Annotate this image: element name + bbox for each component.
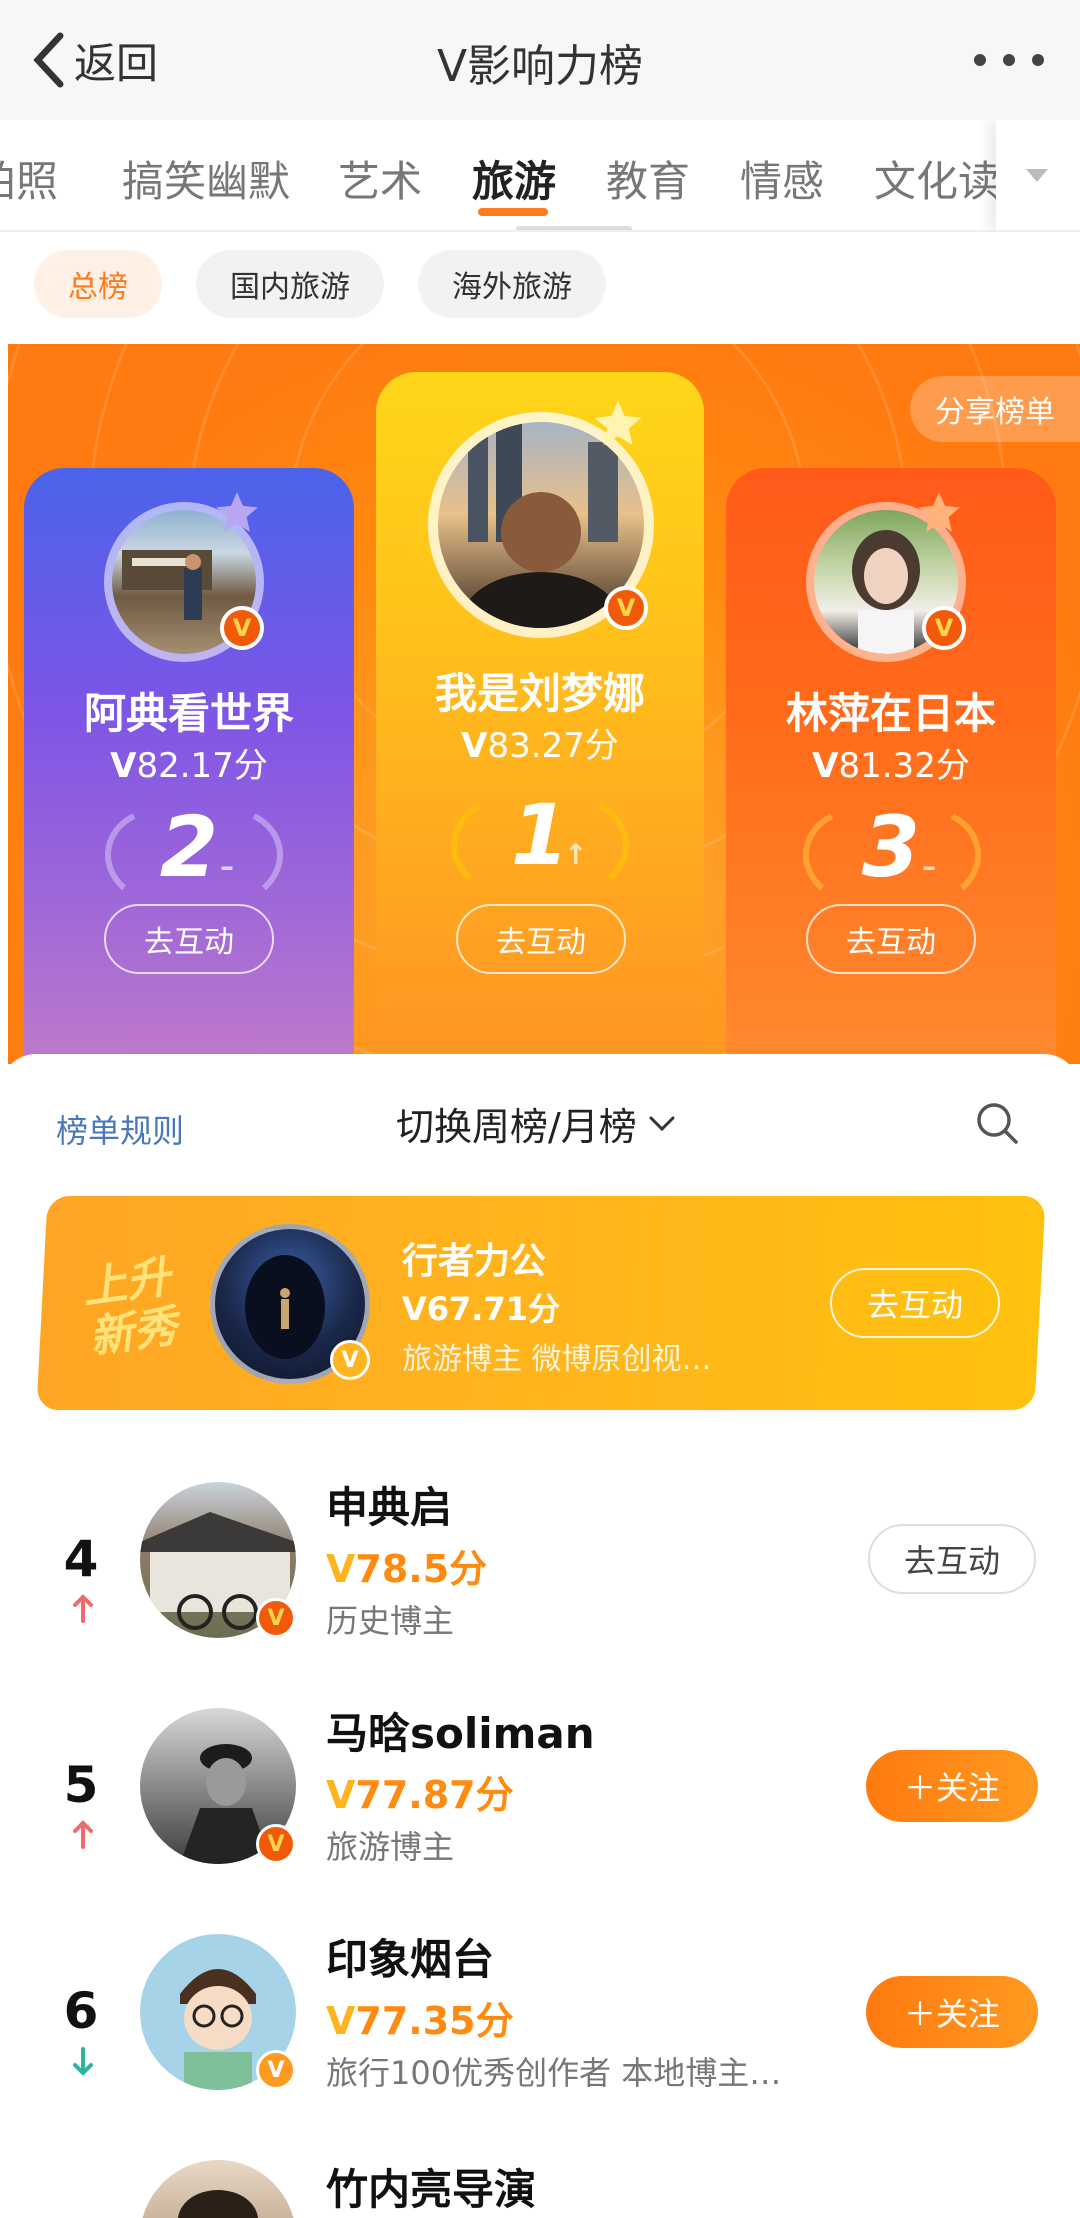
top-bar: 返回 V影响力榜 (0, 0, 1080, 120)
tab-humor[interactable]: 搞笑幽默 (122, 148, 290, 209)
subtab-overseas[interactable]: 海外旅游 (418, 250, 606, 318)
star-icon (216, 492, 258, 532)
user-score: V78.5分 (326, 1547, 488, 1591)
verified-v-icon: V (220, 606, 264, 650)
podium-rank: 1 (510, 786, 570, 884)
interact-button[interactable]: 去互动 (868, 1524, 1036, 1594)
podium-score: V82.17分 (110, 746, 268, 786)
podium-name: 阿典看世界 (83, 689, 294, 738)
rank-trend: – (922, 850, 936, 883)
search-icon[interactable] (974, 1100, 1020, 1146)
tab-education[interactable]: 教育 (606, 148, 690, 209)
list-item[interactable]: 4 V 申典启 V78.5分 历史博主 去互动 (0, 1482, 1080, 1708)
interact-button[interactable]: 去互动 (104, 904, 274, 974)
list-item[interactable]: 5 V 马晗soliman V77.87分 旅游博主 ＋关注 (0, 1708, 1080, 1934)
ranking-rules-link[interactable]: 榜单规则 (56, 1106, 184, 1152)
page-title: V影响力榜 (436, 41, 644, 92)
follow-button[interactable]: ＋关注 (866, 1976, 1038, 2048)
verified-v-icon: V (256, 2050, 296, 2090)
category-tabs: 拍照 搞笑幽默 艺术 旅游 教育 情感 文化读 (0, 120, 1080, 232)
avatar (140, 2160, 296, 2218)
user-name: 印象烟台 (326, 1935, 495, 1984)
user-score: V77.35分 (326, 1999, 514, 2043)
rank-trend: – (220, 850, 234, 883)
chevron-down-icon (649, 1116, 675, 1131)
podium-score: V81.32分 (812, 746, 970, 786)
expand-categories-button[interactable] (996, 120, 1080, 230)
arrow-down-icon (73, 2047, 93, 2076)
verified-v-icon: V (330, 1340, 370, 1380)
verified-v-icon: V (256, 1598, 296, 1638)
rising-score-value: 67.71分 (426, 1290, 560, 1328)
podium-score-value: 81.32分 (838, 746, 970, 786)
user-score-value: 77.87分 (355, 1773, 514, 1817)
period-switch[interactable]: 切换周榜/月榜 (396, 1096, 677, 1151)
podium-score: V83.27分 (461, 726, 619, 766)
interact-button[interactable]: 去互动 (830, 1268, 1000, 1338)
rank-number: 6 (63, 1982, 99, 2040)
subtab-domestic[interactable]: 国内旅游 (196, 250, 384, 318)
podium-score-value: 82.17分 (136, 746, 268, 786)
user-name: 竹内亮导演 (326, 2165, 537, 2214)
podium-card-2[interactable]: V 阿典看世界 V82.17分 2 – 去互动 (24, 468, 354, 1068)
podium-rank: 3 (861, 798, 921, 896)
user-desc: 旅游博主 (326, 1828, 455, 1866)
subtab-total[interactable]: 总榜 (34, 250, 162, 318)
interact-button[interactable]: 去互动 (806, 904, 976, 974)
podium-score-value: 83.27分 (487, 726, 619, 766)
user-name: 马晗soliman (326, 1709, 595, 1758)
list-item[interactable]: 6 V 印象烟台 V77.35分 旅行100优秀创作者 本地博主… ＋关注 (0, 1934, 1080, 2160)
verified-v-icon: V (604, 586, 648, 630)
rank-number: 4 (63, 1530, 99, 1588)
user-name: 申典启 (326, 1483, 453, 1532)
period-switch-label: 切换周榜/月榜 (396, 1105, 637, 1149)
sub-tabs: 总榜 国内旅游 海外旅游 (0, 232, 1080, 332)
arrow-up-icon (73, 1820, 93, 1849)
tab-art[interactable]: 艺术 (338, 148, 422, 209)
podium-card-1[interactable]: V 我是刘梦娜 V83.27分 1 ↑ 去互动 (376, 372, 704, 1072)
user-desc: 历史博主 (326, 1602, 455, 1640)
rank-trend: ↑ (564, 838, 588, 871)
list-item[interactable]: 竹内亮导演 (0, 2160, 1080, 2218)
active-tab-indicator (478, 208, 548, 216)
share-ranking-button[interactable]: 分享榜单 (910, 376, 1080, 442)
interact-button[interactable]: 去互动 (456, 904, 626, 974)
star-icon (594, 400, 642, 445)
podium-name: 我是刘梦娜 (434, 669, 645, 718)
verified-v-icon: V (922, 606, 966, 650)
follow-button[interactable]: ＋关注 (866, 1750, 1038, 1822)
verified-v-icon: V (256, 1824, 296, 1864)
more-icon[interactable] (974, 40, 1044, 80)
user-desc: 旅行100优秀创作者 本地博主… (326, 2054, 782, 2092)
rank-number: 5 (63, 1756, 99, 1814)
triangle-down-icon (1026, 169, 1048, 182)
star-icon (918, 492, 960, 532)
rising-score: V67.71分 (402, 1290, 560, 1328)
tab-emotion[interactable]: 情感 (740, 148, 824, 209)
arrow-up-icon (73, 1594, 93, 1623)
podium-card-3[interactable]: V 林萍在日本 V81.32分 3 – 去互动 (726, 468, 1056, 1068)
rising-star-badge: 上升 新秀 (79, 1251, 180, 1363)
podium-rank: 2 (159, 798, 219, 896)
tab-photo[interactable]: 拍照 (0, 148, 58, 209)
user-score: V77.87分 (326, 1773, 514, 1817)
user-score-value: 78.5分 (355, 1547, 488, 1591)
user-score-value: 77.35分 (355, 1999, 514, 2043)
rising-desc: 旅游博主 微博原创视… (402, 1342, 712, 1377)
tab-travel[interactable]: 旅游 (472, 148, 556, 209)
podium-name: 林萍在日本 (785, 689, 996, 738)
tab-culture[interactable]: 文化读 (874, 148, 1000, 209)
rising-name: 行者力公 (402, 1241, 547, 1282)
